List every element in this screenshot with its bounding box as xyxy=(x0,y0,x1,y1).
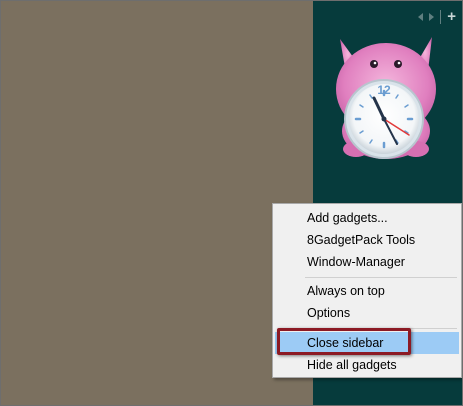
menu-item-hide-all-gadgets[interactable]: Hide all gadgets xyxy=(275,354,459,376)
menu-item-options[interactable]: Options xyxy=(275,302,459,324)
menu-item-add-gadgets[interactable]: Add gadgets... xyxy=(275,207,459,229)
clock-face: 12 xyxy=(344,79,424,159)
menu-item-always-on-top[interactable]: Always on top xyxy=(275,280,459,302)
menu-item-window-manager[interactable]: Window-Manager xyxy=(275,251,459,273)
previous-page-icon[interactable] xyxy=(418,13,424,21)
screenshot-frame: + 12 Add gadgets... 8GadgetPack Tools Wi… xyxy=(0,0,463,406)
sidebar-nav: + xyxy=(418,9,456,25)
add-gadget-icon[interactable]: + xyxy=(447,9,456,24)
nav-divider xyxy=(440,10,442,24)
desktop-background[interactable] xyxy=(1,1,313,405)
clock-gadget[interactable]: 12 xyxy=(326,31,446,161)
menu-separator xyxy=(305,277,457,278)
menu-item-8gadgetpack-tools[interactable]: 8GadgetPack Tools xyxy=(275,229,459,251)
clock-hour-12-label: 12 xyxy=(377,83,391,97)
context-menu: Add gadgets... 8GadgetPack Tools Window-… xyxy=(272,203,462,378)
next-page-icon[interactable] xyxy=(429,13,435,21)
menu-item-close-sidebar[interactable]: Close sidebar xyxy=(275,332,459,354)
menu-separator xyxy=(305,328,457,329)
